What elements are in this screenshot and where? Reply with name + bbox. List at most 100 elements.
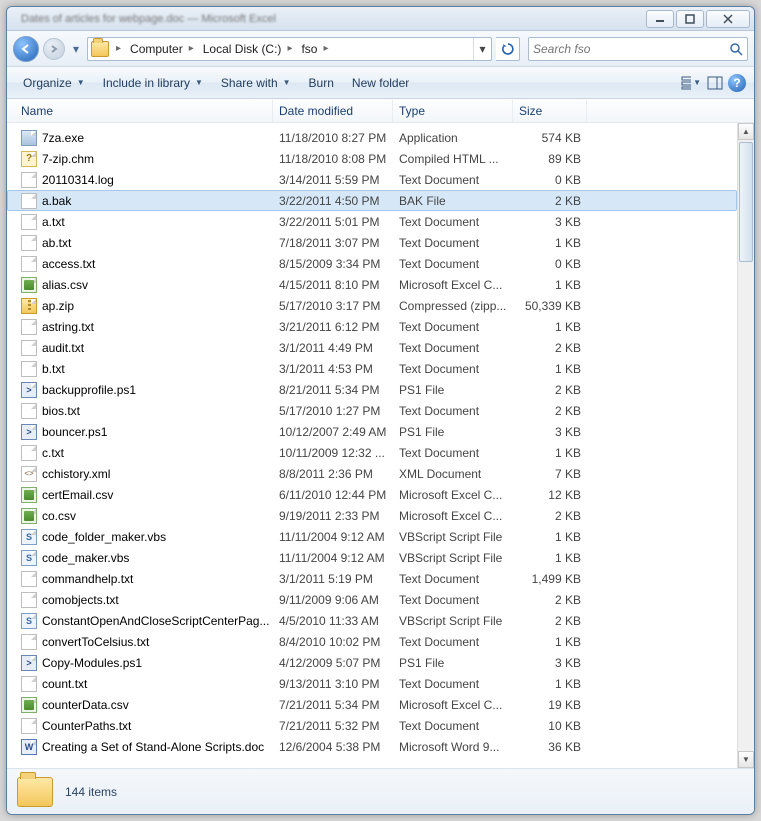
file-row[interactable]: ConstantOpenAndCloseScriptCenterPag...4/… (7, 610, 737, 631)
file-size: 1 KB (513, 446, 587, 460)
file-date: 4/5/2010 11:33 AM (273, 614, 393, 628)
file-name: counterData.csv (42, 698, 129, 712)
breadcrumb-item[interactable]: Local Disk (C:) (197, 38, 285, 60)
column-header-name[interactable]: Name (15, 100, 273, 122)
file-date: 5/17/2010 3:17 PM (273, 299, 393, 313)
breadcrumb-sep[interactable]: ▸ (113, 43, 124, 54)
file-type: Microsoft Word 9... (393, 740, 513, 754)
file-type: Text Document (393, 719, 513, 733)
file-row[interactable]: 7-zip.chm11/18/2010 8:08 PMCompiled HTML… (7, 148, 737, 169)
file-row[interactable]: counterData.csv7/21/2011 5:34 PMMicrosof… (7, 694, 737, 715)
column-header-date[interactable]: Date modified (273, 100, 393, 122)
file-type: Microsoft Excel C... (393, 698, 513, 712)
file-type: Text Document (393, 593, 513, 607)
close-button[interactable] (706, 10, 750, 28)
search-box[interactable] (528, 37, 748, 61)
scroll-down-button[interactable]: ▼ (738, 751, 754, 768)
file-row[interactable]: access.txt8/15/2009 3:34 PMText Document… (7, 253, 737, 274)
file-type: Text Document (393, 257, 513, 271)
file-name: bios.txt (42, 404, 80, 418)
new-folder-label: New folder (352, 76, 409, 90)
file-row[interactable]: CounterPaths.txt7/21/2011 5:32 PMText Do… (7, 715, 737, 736)
preview-pane-button[interactable] (704, 72, 726, 94)
include-in-library-button[interactable]: Include in library ▼ (95, 72, 211, 94)
file-name: backupprofile.ps1 (42, 383, 136, 397)
file-size: 7 KB (513, 467, 587, 481)
file-row[interactable]: audit.txt3/1/2011 4:49 PMText Document2 … (7, 337, 737, 358)
burn-button[interactable]: Burn (301, 72, 342, 94)
address-bar[interactable]: ▸Computer▸Local Disk (C:)▸fso▸ ▾ (87, 37, 492, 61)
breadcrumb-sep[interactable]: ▸ (284, 43, 295, 54)
file-list[interactable]: 7za.exe11/18/2010 8:27 PMApplication574 … (7, 123, 737, 768)
organize-button[interactable]: Organize ▼ (15, 72, 93, 94)
chevron-down-icon: ▼ (77, 78, 85, 87)
back-button[interactable] (13, 36, 39, 62)
scroll-thumb[interactable] (739, 142, 753, 262)
file-icon (21, 340, 37, 356)
file-row[interactable]: bouncer.ps110/12/2007 2:49 AMPS1 File3 K… (7, 421, 737, 442)
file-row[interactable]: Creating a Set of Stand-Alone Scripts.do… (7, 736, 737, 757)
file-date: 3/22/2011 5:01 PM (273, 215, 393, 229)
share-with-button[interactable]: Share with ▼ (213, 72, 299, 94)
file-icon (21, 508, 37, 524)
file-row[interactable]: Copy-Modules.ps14/12/2009 5:07 PMPS1 Fil… (7, 652, 737, 673)
file-row[interactable]: code_folder_maker.vbs11/11/2004 9:12 AMV… (7, 526, 737, 547)
file-row[interactable]: ab.txt7/18/2011 3:07 PMText Document1 KB (7, 232, 737, 253)
new-folder-button[interactable]: New folder (344, 72, 417, 94)
file-row[interactable]: a.bak3/22/2011 4:50 PMBAK File2 KB (7, 190, 737, 211)
file-row[interactable]: backupprofile.ps18/21/2011 5:34 PMPS1 Fi… (7, 379, 737, 400)
file-type: Text Document (393, 572, 513, 586)
breadcrumb-item[interactable]: Computer (124, 38, 186, 60)
forward-button[interactable] (43, 38, 65, 60)
file-icon (21, 466, 37, 482)
file-row[interactable]: b.txt3/1/2011 4:53 PMText Document1 KB (7, 358, 737, 379)
search-icon[interactable] (729, 42, 743, 56)
refresh-button[interactable] (496, 37, 520, 61)
file-icon (21, 214, 37, 230)
file-row[interactable]: astring.txt3/21/2011 6:12 PMText Documen… (7, 316, 737, 337)
address-dropdown[interactable]: ▾ (473, 38, 491, 60)
file-type: PS1 File (393, 425, 513, 439)
file-icon (21, 235, 37, 251)
file-row[interactable]: a.txt3/22/2011 5:01 PMText Document3 KB (7, 211, 737, 232)
breadcrumb-sep[interactable]: ▸ (186, 43, 197, 54)
scroll-track[interactable] (738, 140, 754, 751)
file-icon (21, 676, 37, 692)
file-row[interactable]: certEmail.csv6/11/2010 12:44 PMMicrosoft… (7, 484, 737, 505)
file-icon (21, 319, 37, 335)
file-icon (21, 256, 37, 272)
file-row[interactable]: comobjects.txt9/11/2009 9:06 AMText Docu… (7, 589, 737, 610)
folder-icon (17, 777, 53, 807)
file-date: 11/18/2010 8:08 PM (273, 152, 393, 166)
file-icon (21, 592, 37, 608)
file-row[interactable]: convertToCelsius.txt8/4/2010 10:02 PMTex… (7, 631, 737, 652)
file-icon (21, 130, 37, 146)
breadcrumb-item[interactable]: fso (295, 38, 320, 60)
chevron-down-icon: ▼ (195, 78, 203, 87)
help-button[interactable]: ? (728, 74, 746, 92)
maximize-button[interactable] (676, 10, 704, 28)
nav-history-dropdown[interactable]: ▾ (69, 36, 83, 62)
column-headers: Name Date modified Type Size (7, 99, 754, 123)
file-row[interactable]: bios.txt5/17/2010 1:27 PMText Document2 … (7, 400, 737, 421)
vertical-scrollbar[interactable]: ▲ ▼ (737, 123, 754, 768)
file-row[interactable]: 20110314.log3/14/2011 5:59 PMText Docume… (7, 169, 737, 190)
file-row[interactable]: count.txt9/13/2011 3:10 PMText Document1… (7, 673, 737, 694)
file-row[interactable]: code_maker.vbs11/11/2004 9:12 AMVBScript… (7, 547, 737, 568)
view-options-button[interactable]: ▼ (680, 72, 702, 94)
file-icon (21, 172, 37, 188)
scroll-up-button[interactable]: ▲ (738, 123, 754, 140)
file-date: 8/21/2011 5:34 PM (273, 383, 393, 397)
column-header-type[interactable]: Type (393, 100, 513, 122)
file-row[interactable]: commandhelp.txt3/1/2011 5:19 PMText Docu… (7, 568, 737, 589)
file-row[interactable]: cchistory.xml8/8/2011 2:36 PMXML Documen… (7, 463, 737, 484)
file-row[interactable]: ap.zip5/17/2010 3:17 PMCompressed (zipp.… (7, 295, 737, 316)
breadcrumb-sep[interactable]: ▸ (320, 43, 331, 54)
file-row[interactable]: 7za.exe11/18/2010 8:27 PMApplication574 … (7, 127, 737, 148)
file-row[interactable]: alias.csv4/15/2011 8:10 PMMicrosoft Exce… (7, 274, 737, 295)
column-header-size[interactable]: Size (513, 100, 587, 122)
file-row[interactable]: c.txt10/11/2009 12:32 ...Text Document1 … (7, 442, 737, 463)
minimize-button[interactable] (646, 10, 674, 28)
search-input[interactable] (533, 42, 729, 56)
file-row[interactable]: co.csv9/19/2011 2:33 PMMicrosoft Excel C… (7, 505, 737, 526)
